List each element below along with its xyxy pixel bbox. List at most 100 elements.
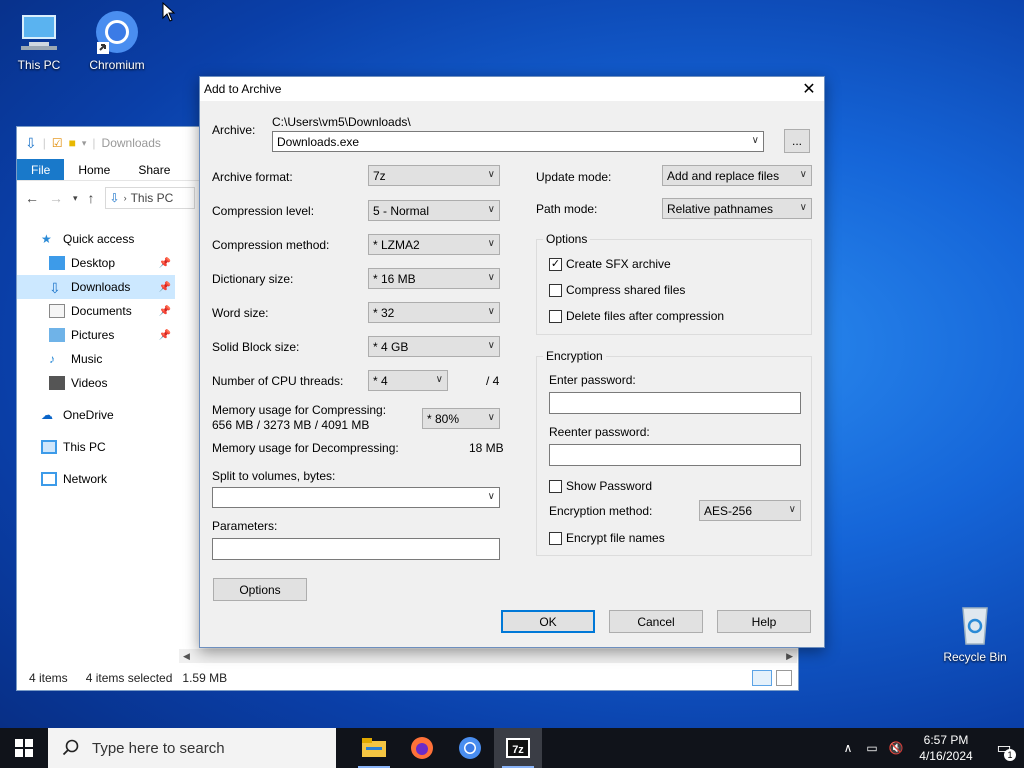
solid-block-size-value: * 4 GB (373, 339, 409, 354)
taskbar-7zip[interactable]: 7z (494, 728, 542, 768)
desktop-icon-chromium[interactable]: Chromium (82, 8, 152, 72)
breadcrumb-this-pc[interactable]: This PC (131, 191, 174, 205)
address-bar[interactable]: ⇩ › This PC (104, 187, 195, 209)
update-mode-label: Update mode: (536, 170, 612, 184)
dictionary-size-value: * 16 MB (373, 271, 416, 286)
breadcrumb-chevron-icon: › (123, 193, 127, 203)
archive-name-combo[interactable]: Downloads.exe ∨ (272, 131, 764, 152)
recent-chevron-icon[interactable]: ▾ (73, 193, 78, 204)
customize-toolbar-icon[interactable]: ▾ (82, 138, 87, 149)
chevron-down-icon: ∨ (799, 169, 807, 180)
taskbar-clock[interactable]: 6:57 PM 4/16/2024 (908, 732, 984, 764)
nav-item-pictures[interactable]: Pictures 📌 (17, 323, 175, 347)
chevron-up-icon[interactable]: ∧ (836, 741, 860, 755)
details-view-icon[interactable] (752, 670, 772, 686)
add-to-archive-dialog[interactable]: Add to Archive ✕ Archive: C:\Users\vm5\D… (199, 76, 825, 648)
nav-item-music[interactable]: ♪ Music (17, 347, 175, 371)
options-button[interactable]: Options (213, 578, 307, 601)
chevron-down-icon: ∨ (487, 272, 495, 283)
cancel-button[interactable]: Cancel (609, 610, 703, 633)
taskbar-search[interactable]: Type here to search (48, 728, 336, 768)
search-icon (62, 739, 79, 756)
split-volumes-combo[interactable]: ∨ (212, 487, 500, 508)
taskbar-chromium[interactable] (446, 728, 494, 768)
encryption-method-select[interactable]: AES-256 ∨ (699, 500, 801, 521)
up-arrow-icon[interactable]: ↑ (88, 190, 95, 206)
nav-item-downloads[interactable]: ⇩ Downloads 📌 (17, 275, 175, 299)
horizontal-scrollbar[interactable]: ◀ ▶ (179, 649, 797, 663)
large-icons-view-icon[interactable] (776, 670, 792, 686)
reenter-password-input[interactable] (549, 444, 801, 466)
nav-item-videos[interactable]: Videos (17, 371, 175, 395)
encryption-group: Encryption Enter password: Reenter passw… (536, 349, 812, 556)
system-tray: ∧ ▭ 🔇 6:57 PM 4/16/2024 ▭ 1 (836, 728, 1024, 768)
dictionary-size-select[interactable]: * 16 MB ∨ (368, 268, 500, 289)
notifications-icon[interactable]: ▭ 1 (984, 728, 1024, 768)
pin-icon: 📌 (158, 329, 171, 341)
taskbar-firefox[interactable] (398, 728, 446, 768)
enter-password-label: Enter password: (549, 373, 636, 387)
encryption-method-label: Encryption method: (549, 504, 653, 518)
start-button[interactable] (0, 728, 48, 768)
update-mode-select[interactable]: Add and replace files ∨ (662, 165, 812, 186)
ok-button[interactable]: OK (501, 610, 595, 633)
nav-item-network[interactable]: Network (17, 467, 175, 491)
network-status-icon[interactable]: ▭ (860, 741, 884, 755)
delete-after-checkbox[interactable]: Delete files after compression (549, 309, 724, 323)
parameters-label: Parameters: (212, 519, 278, 533)
nav-item-quick-access[interactable]: ★ Quick access (17, 227, 175, 251)
compression-level-select[interactable]: 5 - Normal ∨ (368, 200, 500, 221)
quick-access-toolbar-icon[interactable]: ⇩ (25, 135, 37, 152)
forward-arrow-icon[interactable]: → (49, 190, 63, 206)
help-button[interactable]: Help (717, 610, 811, 633)
solid-block-size-select[interactable]: * 4 GB ∨ (368, 336, 500, 357)
password-input[interactable] (549, 392, 801, 414)
tab-home[interactable]: Home (64, 159, 124, 180)
path-mode-label: Path mode: (536, 202, 598, 216)
nav-item-onedrive[interactable]: ☁ OneDrive (17, 403, 175, 427)
properties-icon[interactable]: ☑ (52, 136, 63, 150)
compression-method-select[interactable]: * LZMA2 ∨ (368, 234, 500, 255)
desktop-icon-label: Chromium (89, 58, 145, 72)
volume-muted-icon[interactable]: 🔇 (884, 741, 908, 755)
search-placeholder: Type here to search (92, 739, 225, 757)
back-arrow-icon[interactable]: ← (25, 190, 39, 206)
scroll-left-icon[interactable]: ◀ (183, 651, 190, 662)
navigation-pane: ★ Quick access Desktop 📌 ⇩ Downloads 📌 D… (17, 227, 175, 491)
nav-item-desktop[interactable]: Desktop 📌 (17, 251, 175, 275)
cpu-threads-select[interactable]: * 4 ∨ (368, 370, 448, 391)
encryption-method-value: AES-256 (704, 503, 753, 518)
tab-share[interactable]: Share (124, 159, 184, 180)
desktop-icon-this-pc[interactable]: This PC (4, 8, 74, 72)
encrypt-names-checkbox[interactable]: Encrypt file names (549, 531, 665, 545)
memory-usage-select[interactable]: * 80% ∨ (422, 408, 500, 429)
pin-icon: 📌 (158, 257, 171, 269)
compress-shared-checkbox[interactable]: Compress shared files (549, 283, 685, 297)
tab-file[interactable]: File (17, 159, 65, 180)
taskbar: Type here to search 7z ∧ ▭ 🔇 6:57 PM 4/1… (0, 728, 1024, 768)
cpu-threads-label: Number of CPU threads: (212, 374, 344, 388)
desktop-icon-recycle-bin[interactable]: Recycle Bin (940, 600, 1010, 664)
archive-format-select[interactable]: 7z ∨ (368, 165, 500, 186)
taskbar-file-explorer[interactable] (350, 728, 398, 768)
nav-item-documents[interactable]: Documents 📌 (17, 299, 175, 323)
browse-button[interactable]: ... (784, 129, 810, 153)
new-folder-icon[interactable]: ■ (69, 136, 76, 150)
videos-icon (49, 376, 65, 390)
path-mode-select[interactable]: Relative pathnames ∨ (662, 198, 812, 219)
folder-icon (362, 738, 386, 757)
close-icon[interactable]: ✕ (794, 77, 824, 101)
scroll-right-icon[interactable]: ▶ (786, 651, 793, 662)
create-sfx-checkbox[interactable]: ✓ Create SFX archive (549, 257, 671, 271)
encryption-group-title: Encryption (543, 349, 606, 363)
explorer-title: Downloads (101, 136, 161, 150)
mouse-cursor-icon (162, 1, 176, 25)
show-password-checkbox[interactable]: Show Password (549, 479, 652, 493)
compression-method-label: Compression method: (212, 238, 330, 252)
solid-block-size-label: Solid Block size: (212, 340, 300, 354)
checkbox-label: Encrypt file names (566, 531, 665, 545)
parameters-input[interactable] (212, 538, 500, 560)
nav-item-this-pc[interactable]: This PC (17, 435, 175, 459)
dialog-titlebar: Add to Archive ✕ (200, 77, 824, 101)
word-size-select[interactable]: * 32 ∨ (368, 302, 500, 323)
